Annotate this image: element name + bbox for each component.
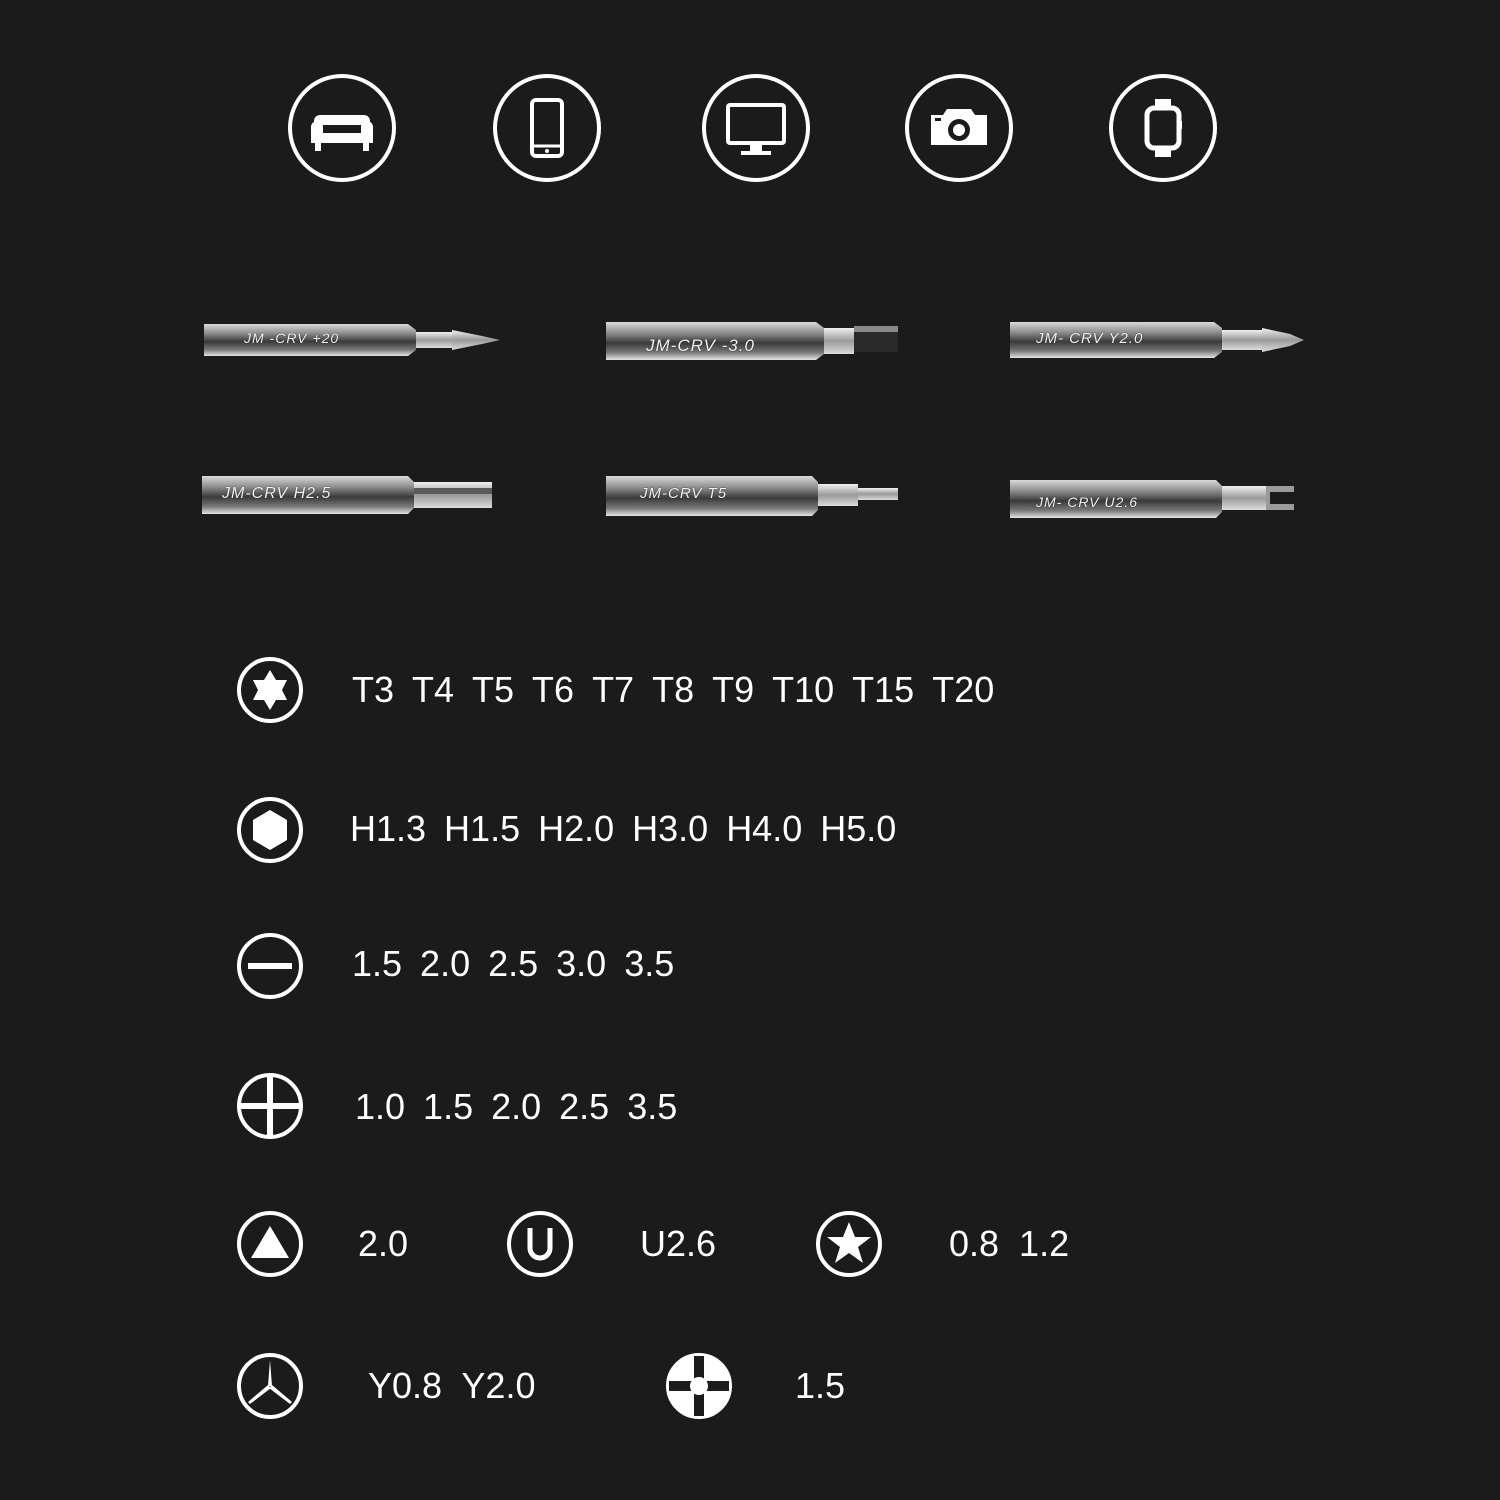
size-label: H5.0 [820,808,897,849]
phillips-sizes: 1.0 1.5 2.0 2.5 3.5 [355,1087,695,1127]
size-label: T4 [412,669,455,710]
size-label: T15 [852,669,915,710]
size-label: 2.5 [559,1086,610,1127]
size-label: T20 [932,669,995,710]
torx-star-icon [236,656,304,724]
pentalobe-star-icon [815,1210,883,1278]
smartwatch-icon [1108,73,1218,183]
bit-label: JM -CRV +20 [244,330,340,346]
size-label: 2.5 [488,943,539,984]
size-label: 1.5 [352,943,403,984]
camera-icon [904,73,1014,183]
tri-wing-icon [236,1352,304,1420]
size-label: H1.3 [350,808,427,849]
monitor-icon [701,73,811,183]
torx-sizes: T3 T4 T5 T6 T7 T8 T9 T10 T15 T20 [352,670,1012,710]
triangle-icon [236,1210,304,1278]
size-label: 3.5 [624,943,675,984]
size-label: 3.5 [627,1086,678,1127]
bit-label: JM-CRV T5 [640,485,728,502]
sofa-icon [287,73,397,183]
bit-label: JM-CRV -3.0 [646,336,755,355]
size-label: 1.5 [423,1086,474,1127]
size-label: T5 [472,669,515,710]
bit-phillips: JM -CRV +20 [202,318,512,366]
size-label: T3 [352,669,395,710]
bit-slotted: JM-CRV -3.0 [604,318,914,366]
bit-tri-wing: JM- CRV Y2.0 [1008,318,1318,366]
size-label: 2.0 [420,943,471,984]
hex-sizes: H1.3 H1.5 H2.0 H3.0 H4.0 H5.0 [350,809,914,849]
cross-pin-size: 1.5 [795,1365,846,1406]
hexagon-icon [236,796,304,864]
bit-label: JM- CRV Y2.0 [1036,330,1144,347]
size-label: T9 [712,669,755,710]
bit-label: JM- CRV U2.6 [1036,494,1138,510]
tri-wing-sizes: Y0.8 Y2.0 [368,1365,536,1406]
triangle-size: 2.0 [358,1223,409,1264]
size-label: T7 [592,669,635,710]
cross-pin-icon [665,1352,733,1420]
phillips-cross-icon [236,1072,304,1140]
size-label: T6 [532,669,575,710]
size-label: 3.0 [556,943,607,984]
smartphone-icon [492,73,602,183]
slotted-sizes: 1.5 2.0 2.5 3.0 3.5 [352,944,692,984]
bit-torx: JM-CRV T5 [604,474,914,522]
pentalobe-sizes: 0.8 1.2 [949,1223,1070,1264]
size-label: T8 [652,669,695,710]
u-shape-icon [506,1210,574,1278]
size-label: H1.5 [444,808,521,849]
bit-hex: JM-CRV H2.5 [200,474,510,522]
u-shape-size: U2.6 [640,1223,717,1264]
size-label: 1.0 [355,1086,406,1127]
bit-u-fork: JM- CRV U2.6 [1008,476,1318,524]
size-label: 2.0 [491,1086,542,1127]
slotted-icon [236,932,304,1000]
size-label: H4.0 [726,808,803,849]
size-label: H3.0 [632,808,709,849]
size-label: H2.0 [538,808,615,849]
size-label: T10 [772,669,835,710]
bit-label: JM-CRV H2.5 [222,485,332,502]
